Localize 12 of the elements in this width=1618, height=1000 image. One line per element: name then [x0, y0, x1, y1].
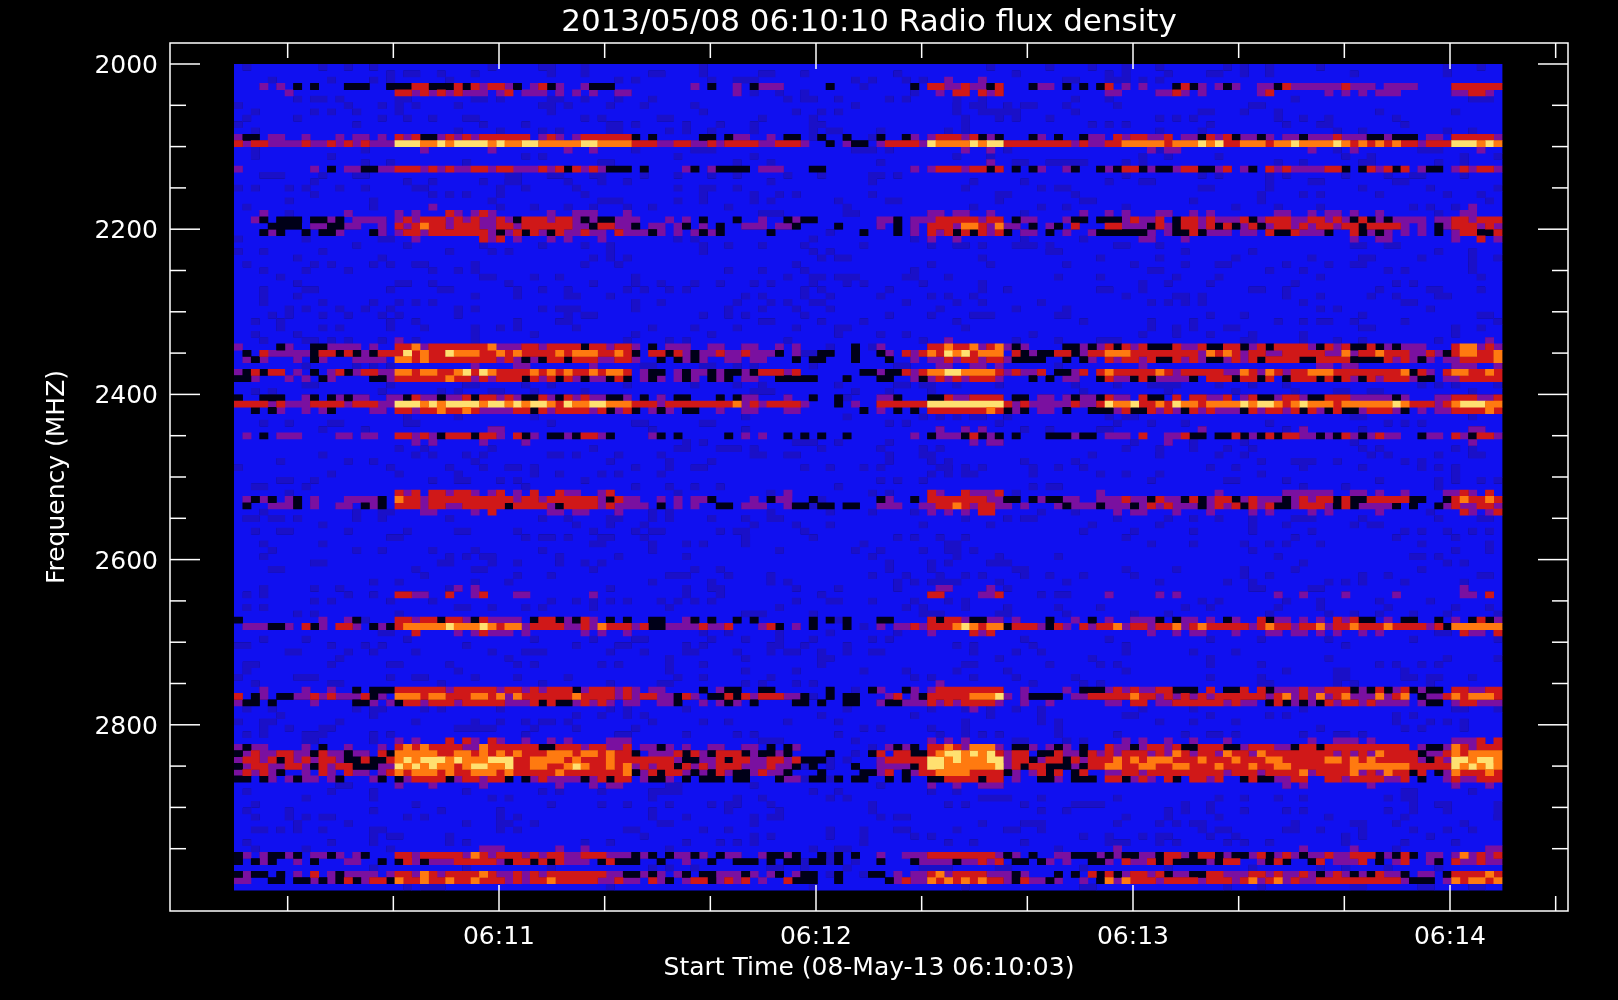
- tick-label: 2400: [94, 380, 158, 410]
- tick-label: 2800: [94, 710, 158, 740]
- tick-label: 2000: [94, 50, 158, 79]
- plot-title: 2013/05/08 06:10:10 Radio flux density: [561, 2, 1177, 38]
- axis-label: Frequency (MHZ): [41, 369, 70, 585]
- tick-label: 06:13: [1097, 921, 1169, 950]
- tick-label: 2600: [94, 545, 158, 575]
- axis-label: Start Time (08-May-13 06:10:03): [663, 952, 1075, 981]
- tick-label: 06:14: [1414, 921, 1486, 950]
- tick-label: 06:12: [780, 921, 852, 950]
- tick-label: 2200: [94, 215, 158, 245]
- tick-label: 06:11: [463, 921, 535, 950]
